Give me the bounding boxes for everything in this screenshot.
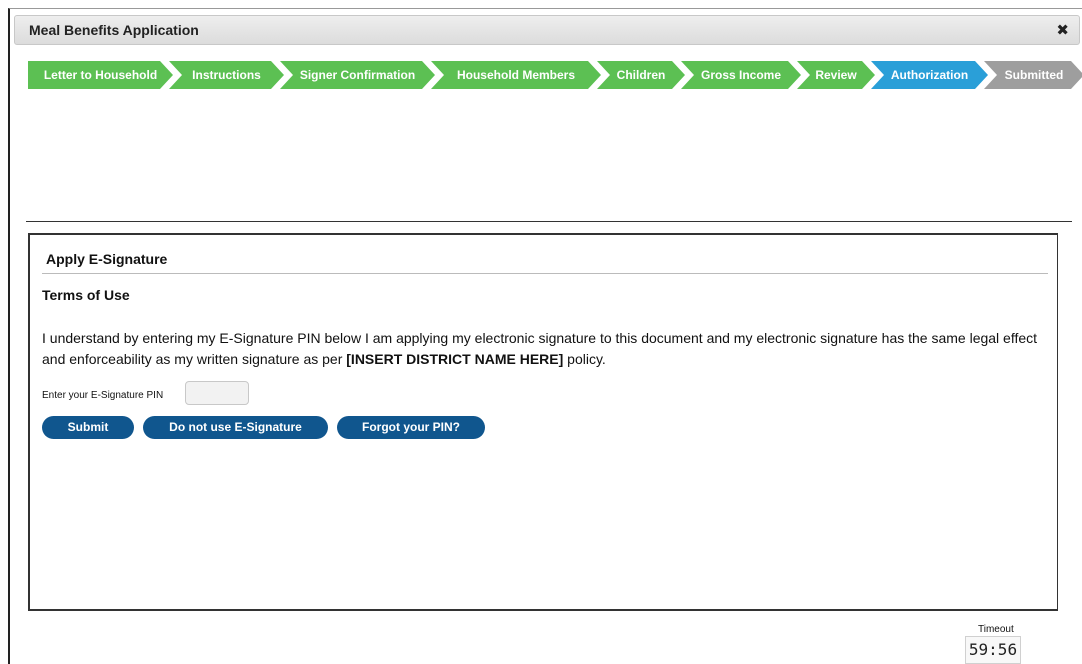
submit-button[interactable]: Submit — [42, 416, 134, 439]
close-icon[interactable]: ✖ — [1056, 21, 1069, 39]
step-gross-income[interactable]: Gross Income — [681, 61, 801, 89]
pin-input[interactable] — [185, 381, 249, 405]
meal-benefits-dialog: Meal Benefits Application ✖ Letter to Ho… — [8, 8, 1082, 664]
step-submitted[interactable]: Submitted — [984, 61, 1082, 89]
step-household-members[interactable]: Household Members — [431, 61, 601, 89]
panel-divider — [42, 273, 1048, 274]
dialog-title: Meal Benefits Application — [29, 22, 199, 38]
step-letter-to-household[interactable]: Letter to Household — [28, 61, 173, 89]
esignature-panel: Apply E-Signature Terms of Use I underst… — [28, 233, 1058, 611]
district-name-placeholder: [INSERT DISTRICT NAME HERE] — [346, 351, 564, 367]
dialog-titlebar: Meal Benefits Application ✖ — [14, 15, 1080, 45]
panel-heading: Apply E-Signature — [46, 251, 168, 267]
timeout-timer: 59:56 — [965, 636, 1021, 664]
step-children[interactable]: Children — [597, 61, 685, 89]
terms-text-end: policy. — [563, 351, 606, 367]
step-authorization[interactable]: Authorization — [871, 61, 988, 89]
step-instructions[interactable]: Instructions — [169, 61, 284, 89]
pin-label: Enter your E-Signature PIN — [42, 390, 164, 401]
progress-steps: Letter to Household Instructions Signer … — [28, 61, 1082, 89]
step-review[interactable]: Review — [797, 61, 875, 89]
terms-text: I understand by entering my E-Signature … — [42, 328, 1048, 370]
forgot-pin-button[interactable]: Forgot your PIN? — [337, 416, 485, 439]
step-signer-confirmation[interactable]: Signer Confirmation — [280, 61, 435, 89]
no-esignature-button[interactable]: Do not use E-Signature — [143, 416, 328, 439]
terms-title: Terms of Use — [42, 287, 130, 303]
divider — [26, 221, 1072, 222]
timeout-label: Timeout — [978, 624, 1014, 635]
